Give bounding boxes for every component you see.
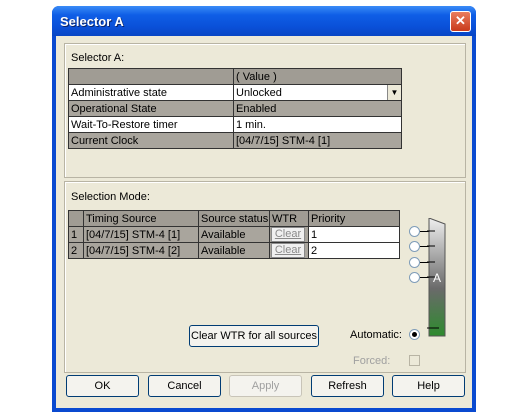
wtr-timer-field[interactable]: 1 min. — [233, 116, 402, 133]
operational-state-value: Enabled — [233, 100, 402, 117]
row-number: 2 — [68, 242, 84, 259]
row-number-header — [68, 210, 84, 227]
title-bar[interactable]: Selector A ✕ — [52, 6, 476, 36]
source-radio-4[interactable] — [409, 272, 420, 283]
column-header: Source status — [198, 210, 270, 227]
current-clock-value: [04/7/15] STM-4 [1] — [233, 132, 402, 149]
row-number: 1 — [68, 226, 84, 243]
selector-group: Selector A: ( Value ) Administrative sta… — [64, 43, 466, 178]
apply-button[interactable]: Apply — [229, 375, 302, 397]
ok-button[interactable]: OK — [66, 375, 139, 397]
priority-field[interactable]: 2 — [308, 242, 400, 259]
source-radio-2[interactable] — [409, 241, 420, 252]
dialog-window: Selector A ✕ Selector A: ( Value ) Admin… — [52, 6, 476, 412]
automatic-radio[interactable] — [409, 329, 420, 340]
timing-sources-table: Timing Source Source status WTR Priority… — [68, 210, 400, 259]
property-header — [68, 68, 234, 85]
help-button[interactable]: Help — [392, 375, 465, 397]
table-row: 1 [04/7/15] STM-4 [1] Available Clear 1 — [68, 226, 400, 243]
selector-switch-icon: A — [427, 218, 446, 337]
window-title: Selector A — [60, 14, 124, 29]
priority-field[interactable]: 1 — [308, 226, 400, 243]
table-row: 2 [04/7/15] STM-4 [2] Available Clear 2 — [68, 242, 400, 259]
selection-mode-group: Selection Mode: Timing Source Source sta… — [64, 181, 466, 373]
timing-source: [04/7/15] STM-4 [1] — [83, 226, 199, 243]
timing-source: [04/7/15] STM-4 [2] — [83, 242, 199, 259]
selection-mode-label: Selection Mode: — [71, 191, 150, 203]
forced-label: Forced: — [353, 355, 391, 367]
automatic-label: Automatic: — [350, 329, 402, 341]
wtr-clear-button[interactable]: Clear — [271, 227, 305, 242]
column-header: Priority — [308, 210, 400, 227]
table-row: Administrative state Unlocked ▼ — [68, 84, 402, 101]
switch-label: A — [433, 271, 441, 285]
source-radio-1[interactable] — [409, 226, 420, 237]
selector-properties-table: ( Value ) Administrative state Unlocked … — [68, 68, 402, 149]
forced-checkbox[interactable] — [409, 355, 420, 366]
clear-wtr-all-button[interactable]: Clear WTR for all sources — [189, 325, 319, 347]
property-label: Wait-To-Restore timer — [68, 116, 234, 133]
property-label: Current Clock — [68, 132, 234, 149]
wtr-clear-button[interactable]: Clear — [271, 243, 305, 258]
cancel-button[interactable]: Cancel — [148, 375, 221, 397]
administrative-state-value: Unlocked — [236, 86, 282, 99]
source-radio-3[interactable] — [409, 257, 420, 268]
table-row: Operational State Enabled — [68, 100, 402, 117]
close-icon: ✕ — [455, 13, 466, 28]
refresh-button[interactable]: Refresh — [311, 375, 384, 397]
property-label: Operational State — [68, 100, 234, 117]
table-row: Wait-To-Restore timer 1 min. — [68, 116, 402, 133]
administrative-state-select[interactable]: Unlocked ▼ — [233, 84, 402, 101]
close-button[interactable]: ✕ — [450, 11, 471, 32]
column-header: Timing Source — [83, 210, 199, 227]
source-status: Available — [198, 226, 270, 243]
value-header: ( Value ) — [233, 68, 402, 85]
property-label: Administrative state — [68, 84, 234, 101]
table-row: Current Clock [04/7/15] STM-4 [1] — [68, 132, 402, 149]
dialog-body: Selector A: ( Value ) Administrative sta… — [56, 36, 472, 408]
source-status: Available — [198, 242, 270, 259]
dropdown-arrow-icon[interactable]: ▼ — [387, 85, 401, 100]
column-header: WTR — [269, 210, 309, 227]
selector-group-label: Selector A: — [71, 52, 125, 64]
